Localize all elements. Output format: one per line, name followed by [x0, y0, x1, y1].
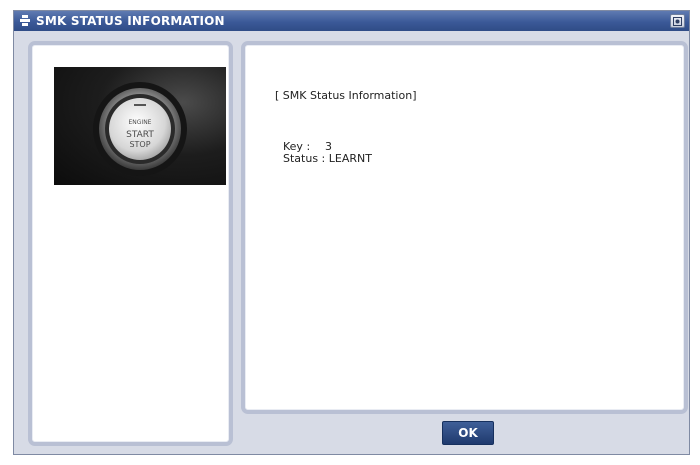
button-text-engine: ENGINE: [129, 119, 152, 126]
status-value: LEARNT: [328, 152, 372, 165]
window-title: SMK STATUS INFORMATION: [36, 14, 225, 28]
image-panel: ENGINE START STOP: [28, 41, 233, 446]
button-text-stop: STOP: [129, 140, 150, 149]
button-text-start: START: [126, 130, 154, 140]
ok-button[interactable]: OK: [442, 421, 494, 445]
status-panel: [ SMK Status Information] Key :3 Status …: [241, 41, 688, 414]
status-heading: [ SMK Status Information]: [275, 89, 417, 102]
status-row: Status : LEARNT: [283, 153, 372, 165]
app-icon: [18, 14, 32, 28]
title-bar[interactable]: SMK STATUS INFORMATION: [14, 11, 689, 31]
engine-start-button-photo: ENGINE START STOP: [54, 67, 226, 185]
smk-status-window: SMK STATUS INFORMATION ENGINE START STOP…: [13, 10, 690, 455]
window-button-icon[interactable]: [670, 14, 685, 28]
status-label: Status :: [283, 152, 326, 165]
